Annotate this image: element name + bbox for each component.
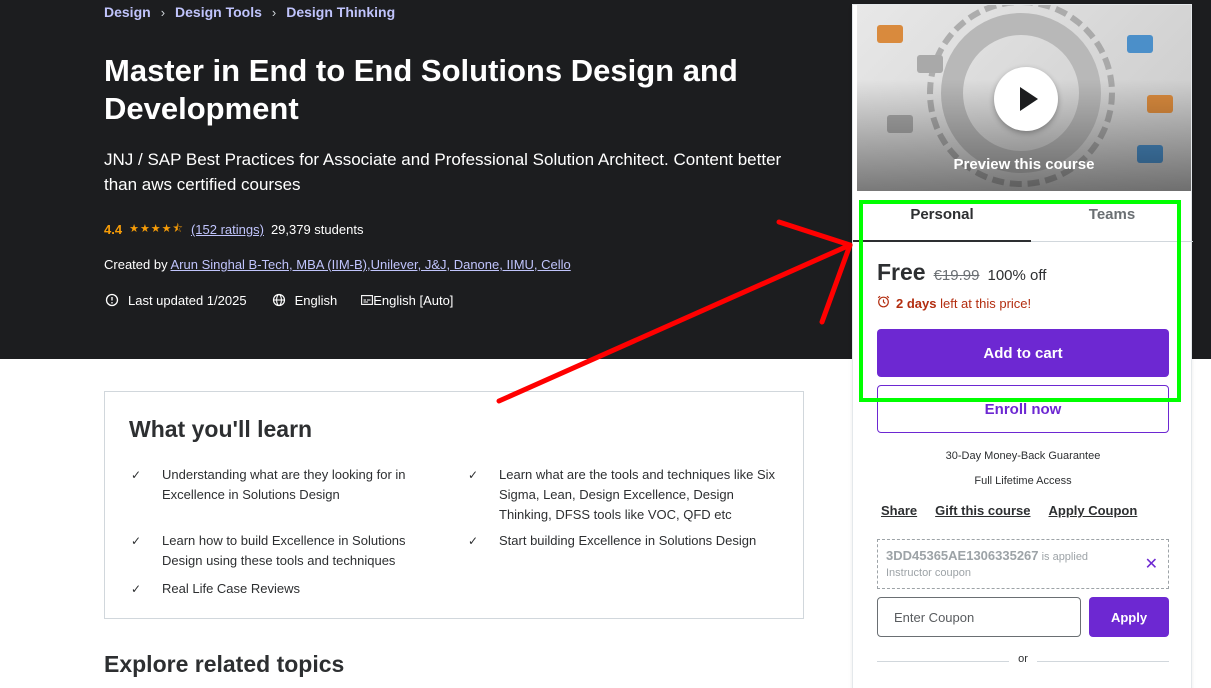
- tab-teams[interactable]: Teams: [1031, 201, 1193, 241]
- students-count: 29,379 students: [270, 222, 364, 237]
- preview-course-label: Preview this course: [953, 156, 1095, 173]
- apply-coupon-button[interactable]: Apply: [1089, 597, 1169, 637]
- discount-percent: 100% off: [987, 267, 1047, 284]
- money-back-guarantee: 30-Day Money-Back Guarantee: [945, 450, 1101, 462]
- share-link[interactable]: Share: [881, 503, 917, 518]
- add-to-cart-button[interactable]: Add to cart: [877, 329, 1169, 377]
- pricing-tabs: Personal Teams: [853, 201, 1193, 242]
- rating-row: 4.4 ★★★★⯪ (152 ratings) 29,379 students: [104, 220, 363, 239]
- breadcrumb-item-design[interactable]: Design: [104, 4, 151, 20]
- timer-rest: left at this price!: [936, 295, 1032, 311]
- tab-personal[interactable]: Personal: [853, 201, 1031, 242]
- breadcrumb-item-design-tools[interactable]: Design Tools: [175, 4, 262, 20]
- course-title: Master in End to End Solutions Design an…: [104, 53, 738, 126]
- course-meta: Last updated 1/2025 English English [Aut…: [104, 292, 453, 308]
- purchase-sidebar: Preview this course Personal Teams Free …: [852, 4, 1193, 688]
- enroll-now-button[interactable]: Enroll now: [877, 385, 1169, 433]
- rating-value: 4.4: [104, 222, 123, 237]
- coupon-code: 3DD45365AE1306335267 is applied: [886, 548, 1088, 563]
- price-row: Free €19.99 100% off: [877, 259, 1046, 286]
- check-icon: ✓: [468, 468, 479, 482]
- apply-coupon-link[interactable]: Apply Coupon: [1049, 503, 1138, 518]
- course-preview-video[interactable]: Preview this course: [857, 5, 1191, 191]
- learn-item: ✓ Learn what are the tools and technique…: [468, 465, 788, 525]
- price-timer: 2 days left at this price!: [877, 295, 1031, 311]
- timer-days: 2 days: [896, 295, 937, 311]
- learn-item-text: Start building Excellence in Solutions D…: [499, 533, 757, 548]
- chevron-right-icon: ›: [160, 4, 166, 20]
- created-by: Created by Arun Singhal B-Tech, MBA (IIM…: [104, 257, 571, 272]
- check-icon: ✓: [131, 468, 142, 482]
- current-price: Free: [877, 259, 926, 285]
- close-icon[interactable]: ✕: [1145, 554, 1158, 574]
- alert-badge-icon: [104, 292, 120, 308]
- alarm-clock-icon: [877, 295, 890, 311]
- check-icon: ✓: [468, 534, 479, 548]
- breadcrumb-item-design-thinking[interactable]: Design Thinking: [286, 4, 395, 20]
- created-by-label: Created by: [104, 257, 168, 272]
- star-rating-icon: ★★★★⯪: [129, 223, 184, 235]
- gift-course-link[interactable]: Gift this course: [935, 503, 1030, 518]
- breadcrumb: Design › Design Tools › Design Thinking: [104, 4, 395, 20]
- last-updated: Last updated 1/2025: [128, 292, 247, 308]
- learn-item-text: Learn what are the tools and techniques …: [499, 467, 776, 522]
- play-icon[interactable]: [994, 67, 1058, 131]
- learn-item-text: Understanding what are they looking for …: [162, 467, 406, 502]
- or-divider: or: [877, 653, 1169, 669]
- coupon-applied-text: is applied: [1038, 551, 1089, 563]
- course-language: English: [294, 292, 338, 308]
- learn-item: ✓ Learn how to build Excellence in Solut…: [131, 531, 441, 571]
- divider-line: [1037, 661, 1169, 662]
- learn-item: ✓ Start building Excellence in Solutions…: [468, 531, 788, 551]
- learn-item: ✓ Real Life Case Reviews: [131, 579, 441, 599]
- ratings-count-link[interactable]: (152 ratings): [191, 222, 264, 237]
- course-subtitle: JNJ / SAP Best Practices for Associate a…: [104, 150, 782, 194]
- coupon-code-value: 3DD45365AE1306335267: [886, 548, 1039, 563]
- captions-icon: [361, 292, 374, 308]
- instructor-link[interactable]: Arun Singhal B-Tech, MBA (IIM-B),Unileve…: [171, 257, 571, 272]
- coupon-input[interactable]: [877, 597, 1081, 637]
- lifetime-access: Full Lifetime Access: [974, 475, 1072, 487]
- original-price: €19.99: [933, 267, 980, 284]
- what-youll-learn-box: What you'll learn ✓ Understanding what a…: [104, 391, 804, 619]
- learn-item-text: Real Life Case Reviews: [162, 581, 301, 596]
- sidebar-action-links: Share Gift this course Apply Coupon: [881, 503, 1137, 518]
- globe-icon: [271, 292, 287, 308]
- or-text: or: [1018, 653, 1028, 665]
- coupon-type: Instructor coupon: [886, 567, 971, 579]
- applied-coupon: 3DD45365AE1306335267 is applied Instruct…: [877, 539, 1169, 589]
- check-icon: ✓: [131, 582, 142, 596]
- timer-text: 2 days left at this price!: [896, 296, 1031, 311]
- learn-item: ✓ Understanding what are they looking fo…: [131, 465, 441, 505]
- check-icon: ✓: [131, 534, 142, 548]
- explore-related-topics-title: Explore related topics: [104, 651, 345, 677]
- course-captions: English [Auto]: [373, 292, 454, 308]
- learn-title: What you'll learn: [129, 416, 313, 442]
- chevron-right-icon: ›: [271, 4, 277, 20]
- learn-item-text: Learn how to build Excellence in Solutio…: [162, 533, 406, 568]
